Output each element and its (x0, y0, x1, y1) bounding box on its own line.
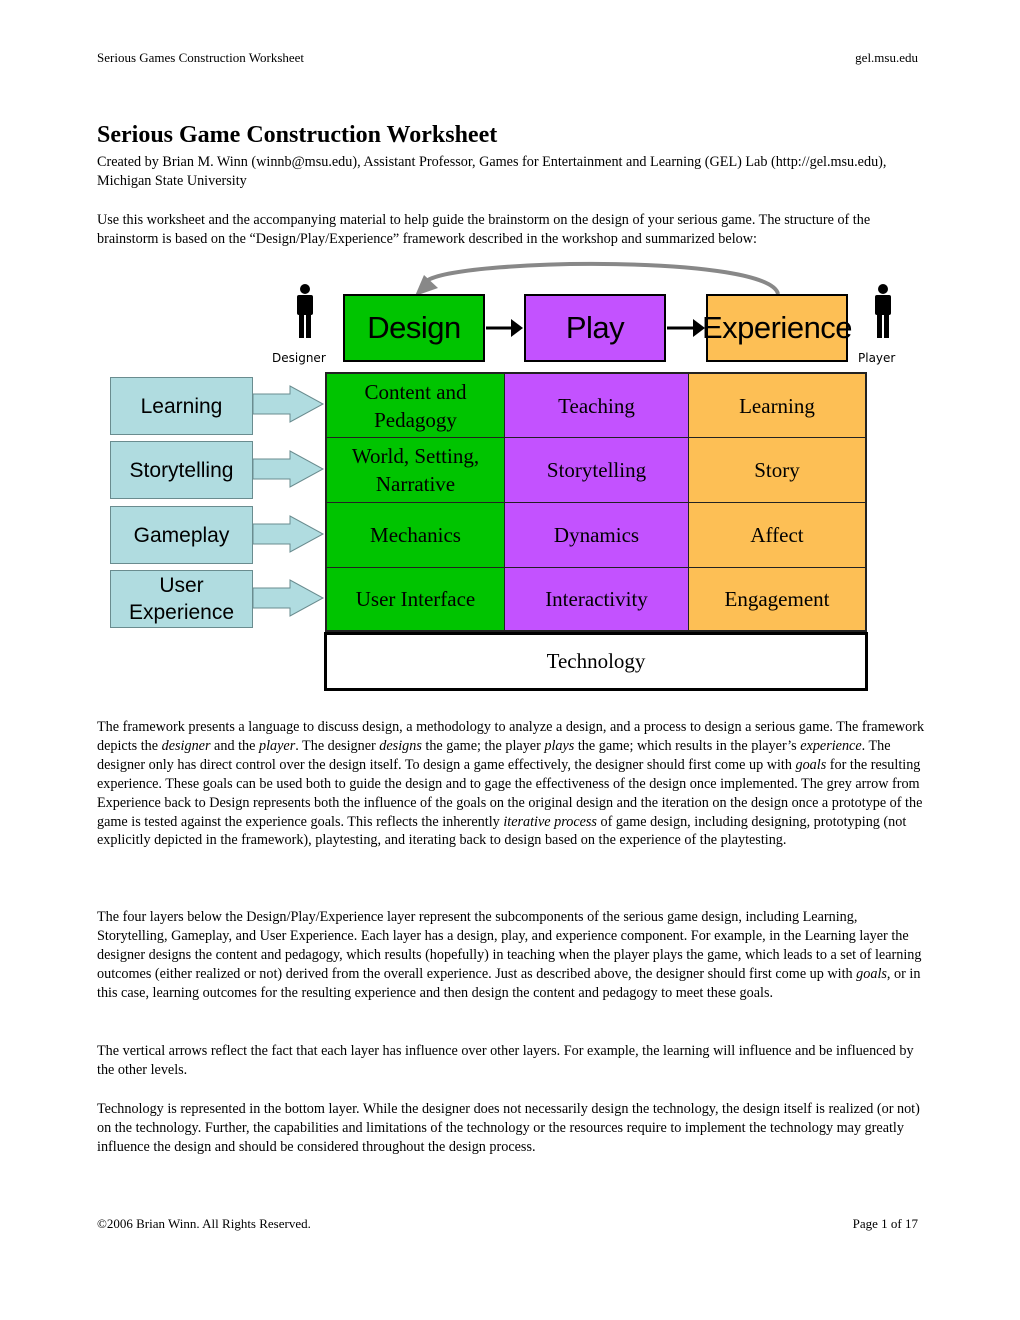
cell-interactivity: Interactivity (505, 568, 689, 630)
layer-user-experience: User Experience (110, 570, 253, 628)
cell-teaching: Teaching (505, 374, 689, 438)
player-person-icon (875, 284, 891, 338)
designer-person-icon (297, 284, 313, 338)
copyright: ©2006 Brian Winn. All Rights Reserved. (97, 1216, 311, 1231)
layer-arrows (252, 385, 325, 617)
cell-user-interface: User Interface (327, 568, 505, 630)
page-number: Page 1 of 17 (852, 1216, 918, 1231)
layer-arrow-gameplay (252, 515, 325, 553)
emphasis-text: iterative process (503, 813, 597, 830)
body-text: the game; which results in the player’s (574, 737, 801, 754)
emphasis-text: goals (856, 965, 887, 982)
cell-learning: Learning (689, 374, 865, 438)
emphasis-text: designs (379, 737, 422, 754)
cell-affect: Affect (689, 503, 865, 568)
cell-storytelling: Storytelling (505, 438, 689, 503)
cell-story: Story (689, 438, 865, 503)
cell-dynamics: Dynamics (505, 503, 689, 568)
body-text: Technology is represented in the bottom … (97, 1101, 920, 1155)
body-text: The vertical arrows reflect the fact tha… (97, 1043, 914, 1078)
cell-world-setting-narrative: World, Setting, Narrative (327, 438, 505, 503)
framework-diagram: Designer Player Design Play Experience L… (0, 0, 1020, 710)
body-paragraph: The vertical arrows reflect the fact tha… (97, 1042, 927, 1080)
designer-label: Designer (272, 351, 326, 365)
emphasis-text: plays (544, 737, 575, 754)
body-text: The four layers below the Design/Play/Ex… (97, 909, 922, 982)
layer-arrow-storytelling (252, 450, 325, 488)
layer-arrow-user-experience (252, 579, 325, 617)
player-label: Player (858, 351, 896, 365)
play-box: Play (524, 294, 666, 362)
design-box: Design (343, 294, 485, 362)
emphasis-text: experience (800, 737, 862, 754)
cell-content-and-pedagogy: Content and Pedagogy (327, 374, 505, 438)
cell-engagement: Engagement (689, 568, 865, 630)
layer-gameplay: Gameplay (110, 506, 253, 564)
cell-mechanics: Mechanics (327, 503, 505, 568)
body-text: . The designer (295, 737, 380, 754)
body-text: the game; the player (421, 737, 545, 754)
emphasis-text: designer (161, 737, 211, 754)
feedback-arrowhead (415, 275, 438, 296)
page-footer: ©2006 Brian Winn. All Rights Reserved. P… (97, 1216, 918, 1232)
experience-box: Experience (702, 294, 853, 362)
emphasis-text: goals (795, 756, 827, 773)
layer-learning: Learning (110, 377, 253, 435)
body-paragraph: The framework presents a language to dis… (97, 718, 927, 850)
emphasis-text: player (258, 737, 296, 754)
framework-grid: Content and Pedagogy Teaching Learning W… (325, 372, 867, 632)
body-text: and the (210, 737, 259, 754)
body-paragraph: The four layers below the Design/Play/Ex… (97, 908, 927, 1003)
body-paragraph: Technology is represented in the bottom … (97, 1100, 927, 1157)
technology-layer: Technology (324, 632, 868, 691)
design-to-play-arrowhead (511, 319, 523, 337)
layer-storytelling: Storytelling (110, 441, 253, 499)
layer-arrow-learning (252, 385, 325, 423)
feedback-arrow (427, 261, 780, 295)
